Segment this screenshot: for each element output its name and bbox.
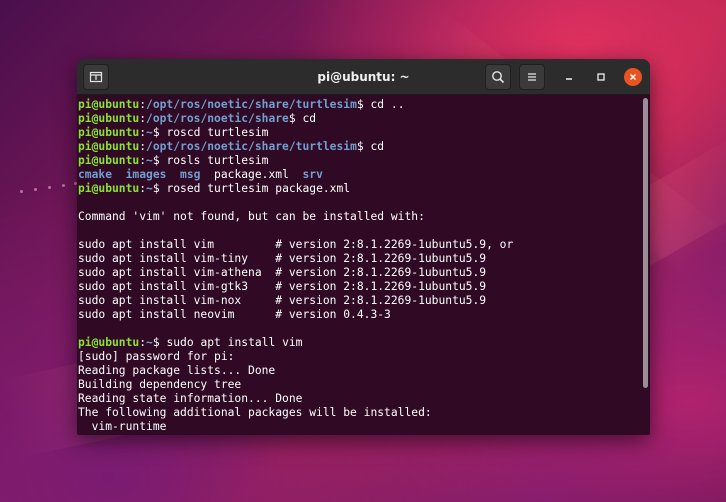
new-tab-button[interactable] — [83, 64, 109, 90]
terminal-line: Building dependency tree — [78, 378, 642, 392]
command-text: cd — [302, 112, 317, 125]
terminal-line: sudo apt install vim-gtk3 # version 2:8.… — [78, 280, 642, 294]
output-text: sudo apt install neovim # version 0.4.3-… — [78, 308, 391, 321]
prompt-path: /opt/ros/noetic/share/turtlesim — [146, 98, 357, 111]
prompt-path: ~ — [146, 182, 153, 195]
hamburger-menu-icon — [528, 73, 536, 81]
scrollbar[interactable] — [643, 98, 648, 388]
maximize-button[interactable] — [592, 68, 610, 86]
terminal-line: pi@ubuntu:/opt/ros/noetic/share/turtlesi… — [78, 140, 642, 154]
prompt-path: ~ — [146, 336, 153, 349]
terminal-line: sudo apt install vim-athena # version 2:… — [78, 266, 642, 280]
close-icon — [629, 73, 637, 81]
prompt-symbol: $ — [288, 112, 303, 125]
prompt-user-host: pi@ubuntu — [78, 98, 140, 111]
menu-button[interactable] — [519, 64, 545, 90]
output-text: sudo apt install vim-nox # version 2:8.1… — [78, 294, 487, 307]
terminal-line: The following additional packages will b… — [78, 406, 642, 420]
terminal-line: sudo apt install vim-tiny # version 2:8.… — [78, 252, 642, 266]
terminal-line: pi@ubuntu:/opt/ros/noetic/share$ cd — [78, 112, 642, 126]
prompt-symbol: $ — [356, 140, 371, 153]
directory-entry: cmake — [78, 168, 113, 181]
prompt-separator: : — [139, 182, 147, 195]
output-text: sudo apt install vim-gtk3 # version 2:8.… — [78, 280, 487, 293]
output-text: Building dependency tree — [78, 378, 242, 391]
prompt-user-host: pi@ubuntu — [78, 126, 140, 139]
prompt-user-host: pi@ubuntu — [78, 154, 140, 167]
command-text: rosls turtlesim — [166, 154, 269, 167]
command-text: rosed turtlesim package.xml — [166, 182, 351, 195]
prompt-symbol: $ — [152, 182, 167, 195]
search-icon — [492, 71, 505, 84]
terminal-line: cmake images msg package.xml srv — [78, 168, 642, 182]
prompt-symbol: $ — [152, 336, 167, 349]
close-button[interactable] — [624, 68, 642, 86]
maximize-icon — [597, 73, 605, 81]
command-text: roscd turtlesim — [166, 126, 269, 139]
output-text: Reading package lists... Done — [78, 364, 276, 377]
minimize-button[interactable] — [560, 68, 578, 86]
prompt-user-host: pi@ubuntu — [78, 140, 140, 153]
terminal-line: pi@ubuntu:~$ roscd turtlesim — [78, 126, 642, 140]
prompt-separator: : — [139, 98, 147, 111]
terminal-line: vim-runtime — [78, 420, 642, 434]
command-text: sudo apt install vim — [166, 336, 303, 349]
file-entry — [166, 168, 180, 181]
terminal-line: Reading package lists... Done — [78, 364, 642, 378]
prompt-symbol: $ — [152, 126, 167, 139]
output-text: sudo apt install vim # version 2:8.1.226… — [78, 238, 514, 251]
file-entry — [112, 168, 126, 181]
directory-entry: msg — [180, 168, 201, 181]
terminal-line: Command 'vim' not found, but can be inst… — [78, 210, 642, 224]
file-entry: package.xml — [200, 168, 303, 181]
prompt-user-host: pi@ubuntu — [78, 112, 140, 125]
title-bar[interactable]: pi@ubuntu: ~ — [77, 59, 650, 95]
prompt-separator: : — [139, 140, 147, 153]
terminal-line: Reading state information... Done — [78, 392, 642, 406]
prompt-path: ~ — [146, 126, 153, 139]
prompt-user-host: pi@ubuntu — [78, 336, 140, 349]
output-text: Reading state information... Done — [78, 392, 303, 405]
prompt-separator: : — [139, 112, 147, 125]
output-text: [sudo] password for pi: — [78, 350, 235, 363]
new-tab-icon — [89, 71, 103, 83]
output-text: vim-runtime — [78, 420, 167, 433]
terminal-line: sudo apt install neovim # version 0.4.3-… — [78, 308, 642, 322]
terminal-line: pi@ubuntu:~$ rosls turtlesim — [78, 154, 642, 168]
output-text: sudo apt install vim-athena # version 2:… — [78, 266, 487, 279]
output-text: Command 'vim' not found, but can be inst… — [78, 210, 425, 223]
directory-entry: srv — [302, 168, 323, 181]
directory-entry: images — [125, 168, 167, 181]
prompt-path: /opt/ros/noetic/share/turtlesim — [146, 140, 357, 153]
prompt-separator: : — [139, 336, 147, 349]
prompt-path: ~ — [146, 154, 153, 167]
terminal-line: pi@ubuntu:/opt/ros/noetic/share/turtlesi… — [78, 98, 642, 112]
prompt-separator: : — [139, 154, 147, 167]
prompt-symbol: $ — [356, 98, 371, 111]
minimize-icon — [566, 78, 572, 80]
terminal-line: sudo apt install vim # version 2:8.1.226… — [78, 238, 642, 252]
terminal-window: pi@ubuntu: ~ pi@ubuntu:/opt/ros/noetic/s… — [77, 59, 650, 435]
search-button[interactable] — [485, 64, 511, 90]
terminal-line: [sudo] password for pi: — [78, 350, 642, 364]
output-text: sudo apt install vim-tiny # version 2:8.… — [78, 252, 487, 265]
command-text: cd — [370, 140, 385, 153]
prompt-path: /opt/ros/noetic/share — [146, 112, 289, 125]
prompt-separator: : — [139, 126, 147, 139]
prompt-symbol: $ — [152, 154, 167, 167]
prompt-user-host: pi@ubuntu — [78, 182, 140, 195]
command-text: cd .. — [370, 98, 405, 111]
terminal-line: sudo apt install vim-nox # version 2:8.1… — [78, 294, 642, 308]
terminal-line: pi@ubuntu:~$ sudo apt install vim — [78, 336, 642, 350]
terminal-output[interactable]: pi@ubuntu:/opt/ros/noetic/share/turtlesi… — [77, 96, 642, 435]
terminal-line: pi@ubuntu:~$ rosed turtlesim package.xml — [78, 182, 642, 196]
output-text: The following additional packages will b… — [78, 406, 432, 419]
